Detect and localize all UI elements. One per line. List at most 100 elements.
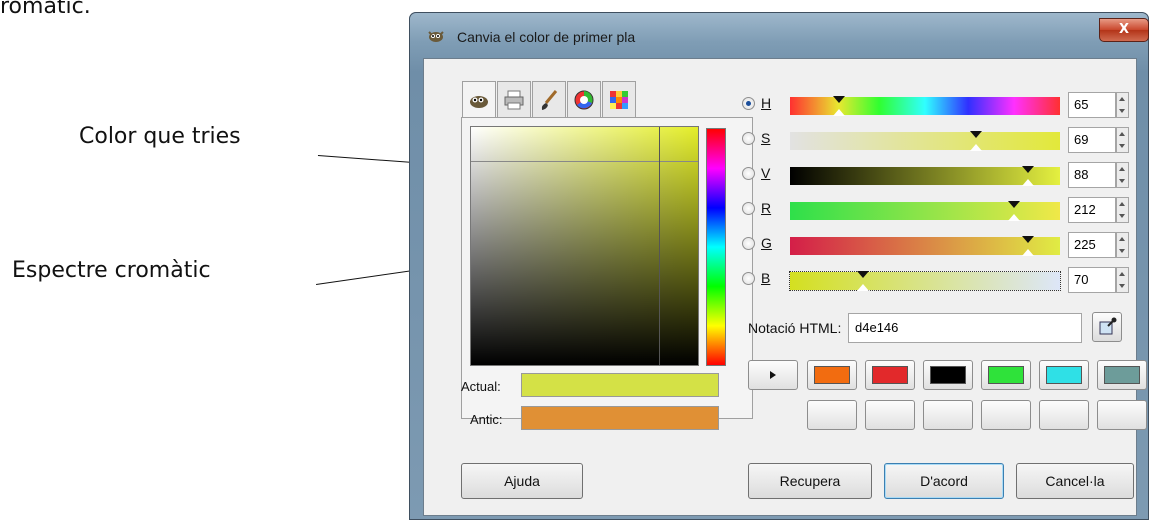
history-swatch xyxy=(988,366,1024,384)
slider-r-marker xyxy=(1008,201,1021,208)
history-swatch xyxy=(930,366,966,384)
slider-h-track xyxy=(790,97,1060,115)
palette-icon xyxy=(610,91,628,109)
tab-watercolor[interactable] xyxy=(532,81,566,117)
channel-row-v: V 88 xyxy=(742,162,1132,188)
spin-v-arrows[interactable] xyxy=(1116,162,1129,188)
tab-wheel[interactable] xyxy=(567,81,601,117)
spin-b-value[interactable]: 70 xyxy=(1068,267,1116,293)
spin-v-value[interactable]: 88 xyxy=(1068,162,1116,188)
channel-label-g: G xyxy=(761,235,772,251)
slider-g-track xyxy=(790,237,1060,255)
ok-button[interactable]: D'acord xyxy=(884,463,1004,499)
history-empty-1[interactable] xyxy=(807,400,857,430)
tab-gimp-selector[interactable] xyxy=(462,81,496,117)
tab-cmyk[interactable] xyxy=(497,81,531,117)
tab-palette[interactable] xyxy=(602,81,636,117)
history-empty-4[interactable] xyxy=(981,400,1031,430)
slider-b[interactable] xyxy=(789,271,1061,291)
slider-h-marker-bottom xyxy=(832,109,845,116)
crosshair-horizontal xyxy=(471,161,698,162)
history-expand-button[interactable] xyxy=(748,360,798,390)
slider-b-marker xyxy=(856,271,869,278)
slider-b-marker-bottom xyxy=(856,284,869,291)
spin-g-arrows[interactable] xyxy=(1116,232,1129,258)
slider-g-marker xyxy=(1021,236,1034,243)
actual-color-swatch xyxy=(521,373,719,397)
radio-g[interactable] xyxy=(742,237,755,250)
history-empty-5[interactable] xyxy=(1039,400,1089,430)
history-empty-3[interactable] xyxy=(923,400,973,430)
cancel-button[interactable]: Cancel·la xyxy=(1016,463,1134,499)
slider-g[interactable] xyxy=(790,236,1060,256)
top-caption: romàtic. xyxy=(0,0,91,19)
channel-row-s: S 69 xyxy=(742,127,1132,153)
history-color-2[interactable] xyxy=(865,360,915,390)
history-color-5[interactable] xyxy=(1039,360,1089,390)
slider-v-marker-bottom xyxy=(1021,179,1034,186)
channel-label-s: S xyxy=(761,130,771,146)
channel-row-r: R 212 xyxy=(742,197,1132,223)
html-notation-input[interactable]: d4e146 xyxy=(848,313,1082,343)
radio-v[interactable] xyxy=(742,167,755,180)
close-button[interactable]: X xyxy=(1099,18,1149,42)
brush-icon xyxy=(541,90,558,110)
slider-v-marker xyxy=(1021,166,1034,173)
slider-v[interactable] xyxy=(790,166,1060,186)
history-empty-6[interactable] xyxy=(1097,400,1147,430)
old-color-swatch xyxy=(521,406,719,430)
slider-g-marker-bottom xyxy=(1021,249,1034,256)
history-color-3[interactable] xyxy=(923,360,973,390)
channel-row-h: H 65 xyxy=(742,92,1132,118)
history-swatch xyxy=(1046,366,1082,384)
annotation-color-picked: Color que tries xyxy=(79,124,241,149)
radio-b[interactable] xyxy=(742,272,755,285)
slider-h[interactable] xyxy=(790,96,1060,116)
spin-s-arrows[interactable] xyxy=(1116,127,1129,153)
color-wheel-icon xyxy=(574,90,594,110)
saturation-value-area[interactable] xyxy=(470,126,699,366)
reset-button[interactable]: Recupera xyxy=(748,463,872,499)
color-picker-button[interactable] xyxy=(1092,312,1122,342)
old-label: Antic: xyxy=(470,412,503,427)
slider-r[interactable] xyxy=(790,201,1060,221)
html-notation-label: Notació HTML: xyxy=(748,320,842,336)
slider-b-track xyxy=(790,272,1060,290)
spin-b-arrows[interactable] xyxy=(1116,267,1129,293)
spin-r-value[interactable]: 212 xyxy=(1068,197,1116,223)
radio-h[interactable] xyxy=(742,97,755,110)
channel-label-b: B xyxy=(761,270,771,286)
slider-v-track xyxy=(790,167,1060,185)
history-swatch xyxy=(814,366,850,384)
history-color-1[interactable] xyxy=(807,360,857,390)
slider-s-marker-bottom xyxy=(970,144,983,151)
history-color-6[interactable] xyxy=(1097,360,1147,390)
history-swatch xyxy=(872,366,908,384)
actual-label: Actual: xyxy=(461,379,501,394)
spin-g-value[interactable]: 225 xyxy=(1068,232,1116,258)
slider-s[interactable] xyxy=(790,131,1060,151)
eyedropper-icon xyxy=(1099,317,1117,335)
annotation-spectrum: Espectre cromàtic xyxy=(12,258,211,283)
history-color-4[interactable] xyxy=(981,360,1031,390)
hue-spectrum-strip[interactable] xyxy=(706,128,726,366)
radio-s[interactable] xyxy=(742,132,755,145)
slider-s-marker xyxy=(970,131,983,138)
radio-r[interactable] xyxy=(742,202,755,215)
spin-h-arrows[interactable] xyxy=(1116,92,1129,118)
title-bar[interactable]: Canvia el color de primer pla X xyxy=(409,12,1149,58)
history-swatch xyxy=(1104,366,1140,384)
spin-h-value[interactable]: 65 xyxy=(1068,92,1116,118)
slider-s-track xyxy=(790,132,1060,150)
help-button[interactable]: Ajuda xyxy=(461,463,583,499)
history-empty-2[interactable] xyxy=(865,400,915,430)
gimp-wilber-icon xyxy=(428,31,444,42)
channel-label-h: H xyxy=(761,95,772,111)
dialog-client-area: Actual: Antic: H 65 S 69 V 88 R 212 G 22… xyxy=(423,58,1147,516)
spin-s-value[interactable]: 69 xyxy=(1068,127,1116,153)
channel-label-r: R xyxy=(761,200,772,216)
channel-row-g: G 225 xyxy=(742,232,1132,258)
printer-icon xyxy=(504,90,524,110)
slider-r-marker-bottom xyxy=(1008,214,1021,221)
spin-r-arrows[interactable] xyxy=(1116,197,1129,223)
